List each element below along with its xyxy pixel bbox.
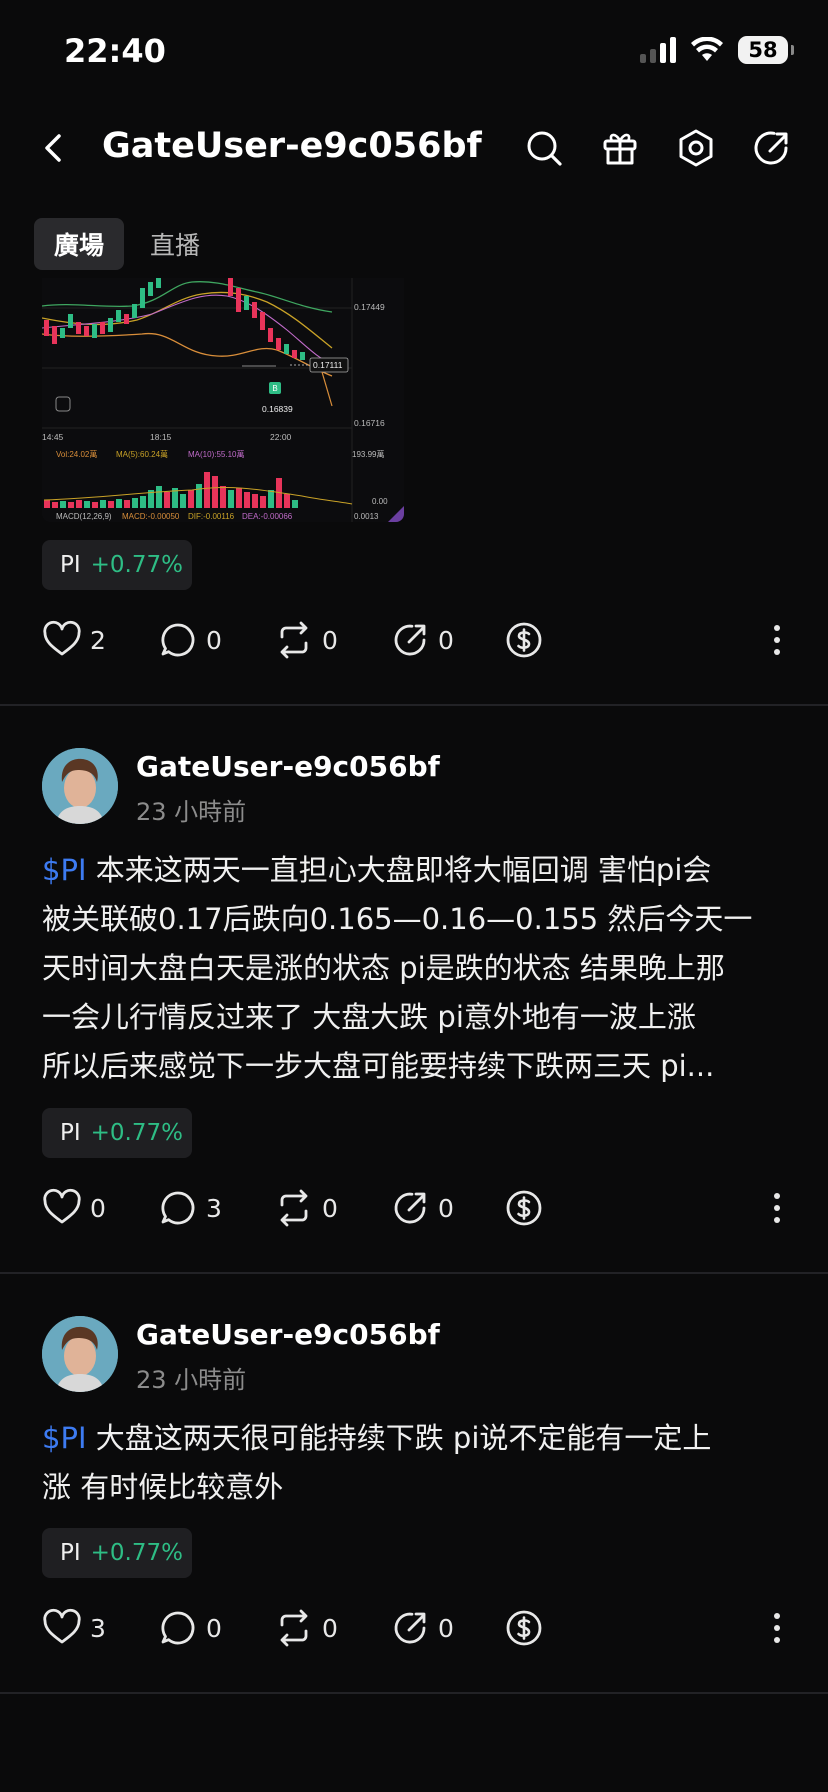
tip-button[interactable] xyxy=(504,618,544,662)
post-body[interactable]: $PI 本来这两天一直担心大盘即将大幅回调 害怕pi会 被关联破0.17后跌向0… xyxy=(42,846,792,1091)
tab-live[interactable]: 直播 xyxy=(130,218,220,270)
author-name[interactable]: GateUser-e9c056bf xyxy=(136,1318,440,1351)
time-label-2: 18:15 xyxy=(150,432,172,442)
post-line-1: $PI 大盘这两天很可能持续下跌 pi说不定能有一定上 xyxy=(42,1421,712,1455)
settings-hexagon-icon[interactable] xyxy=(674,126,718,170)
cellular-signal-icon xyxy=(640,37,676,63)
heart-icon xyxy=(43,620,81,656)
like-button[interactable]: 3 xyxy=(42,1606,106,1650)
more-vertical-icon[interactable] xyxy=(762,1606,792,1650)
svg-text:B: B xyxy=(272,384,277,393)
post-time: 23 小時前 xyxy=(136,798,247,826)
repost-button[interactable]: 0 xyxy=(274,1606,338,1650)
macd-value: MACD:-0.00050 xyxy=(122,512,180,521)
forward-button[interactable]: 0 xyxy=(390,618,454,662)
expand-icon[interactable] xyxy=(55,396,71,412)
price-label-high: 0.17449 xyxy=(354,302,385,312)
comment-button[interactable]: 0 xyxy=(158,1606,222,1650)
gift-icon[interactable] xyxy=(598,126,642,170)
repost-icon xyxy=(280,1609,308,1647)
post-line-3: 天时间大盘白天是涨的状态 pi是跌的状态 结果晚上那 xyxy=(42,951,725,985)
time-label-1: 14:45 xyxy=(42,432,64,442)
comment-icon xyxy=(161,623,195,657)
like-button[interactable]: 0 xyxy=(42,1186,106,1230)
post-line-2: 涨 有时候比较意外 xyxy=(42,1470,284,1504)
tab-plaza[interactable]: 廣場 xyxy=(34,218,125,270)
comment-button[interactable]: 3 xyxy=(158,1186,222,1230)
avatar[interactable] xyxy=(42,1316,118,1392)
status-icons: 58 xyxy=(640,36,794,64)
vol-max-label: 193.99萬 xyxy=(352,449,384,459)
cashtag-link[interactable]: $PI xyxy=(42,853,87,887)
search-icon[interactable] xyxy=(522,126,566,170)
more-vertical-icon[interactable] xyxy=(762,618,792,662)
repost-button[interactable]: 0 xyxy=(274,618,338,662)
post-divider xyxy=(0,704,828,706)
tip-dollar-icon xyxy=(506,1190,542,1226)
share-icon[interactable] xyxy=(750,126,794,170)
price-label-current: 0.17111 xyxy=(313,360,343,370)
forward-icon xyxy=(394,1612,426,1644)
wifi-icon xyxy=(691,37,723,61)
forward-icon xyxy=(394,624,426,656)
time-label-3: 22:00 xyxy=(270,432,292,442)
macd-label: MACD(12,26,9) xyxy=(56,512,112,521)
tip-button[interactable] xyxy=(504,1186,544,1230)
post-line-2: 被关联破0.17后跌向0.165—0.16—0.155 然后今天一 xyxy=(42,902,753,936)
macd-max-label: 0.0013 xyxy=(354,512,379,521)
feed-tabs: 廣場 直播 xyxy=(34,218,220,270)
heart-icon xyxy=(43,1188,81,1224)
comment-icon xyxy=(161,1611,195,1645)
ma10-label: MA(10):55.10萬 xyxy=(188,449,244,459)
repost-button[interactable]: 0 xyxy=(274,1186,338,1230)
price-label-low: 0.16716 xyxy=(354,418,385,428)
post-chart-image[interactable]: B 0.17449 0.17111 0.16716 0.16839 14:45 … xyxy=(42,278,404,522)
repost-icon xyxy=(280,1189,308,1227)
status-bar: 22:40 58 xyxy=(0,0,828,100)
back-button[interactable] xyxy=(34,128,74,168)
status-time: 22:40 xyxy=(64,32,166,70)
post-line-5: 所以后来感觉下一步大盘可能要持续下跌两三天 pi... xyxy=(42,1049,715,1083)
like-button[interactable]: 2 xyxy=(42,618,106,662)
forward-button[interactable]: 0 xyxy=(390,1186,454,1230)
post-line-4: 一会儿行情反过来了 大盘大跌 pi意外地有一波上涨 xyxy=(42,1000,696,1034)
post-actions: 3 0 0 0 xyxy=(42,1606,792,1650)
dif-value: DIF:-0.00116 xyxy=(188,512,235,521)
vol-label: Vol:24.02萬 xyxy=(56,449,97,459)
page-header: GateUser-e9c056bf xyxy=(0,112,828,184)
tip-dollar-icon xyxy=(506,622,542,658)
kline-chart: B 0.17449 0.17111 0.16716 0.16839 14:45 … xyxy=(42,278,404,522)
heart-icon xyxy=(43,1608,81,1644)
marker-price: 0.16839 xyxy=(262,404,293,414)
author-name[interactable]: GateUser-e9c056bf xyxy=(136,750,440,783)
post-time: 23 小時前 xyxy=(136,1366,247,1394)
coin-tag[interactable]: PI +0.77% xyxy=(42,1528,192,1578)
avatar[interactable] xyxy=(42,748,118,824)
coin-tag[interactable]: PI +0.77% xyxy=(42,540,192,590)
ma5-label: MA(5):60.24萬 xyxy=(116,449,168,459)
cashtag-link[interactable]: $PI xyxy=(42,1421,87,1455)
post-divider xyxy=(0,1692,828,1694)
macd-zero-label: 0.00 xyxy=(372,497,388,506)
forward-icon xyxy=(394,1192,426,1224)
repost-icon xyxy=(280,621,308,659)
post-body[interactable]: $PI 大盘这两天很可能持续下跌 pi说不定能有一定上 涨 有时候比较意外 xyxy=(42,1414,792,1512)
post-actions: 2 0 0 0 xyxy=(42,618,792,662)
tip-dollar-icon xyxy=(506,1610,542,1646)
candlesticks xyxy=(44,278,305,360)
post-divider xyxy=(0,1272,828,1274)
battery-icon: 58 xyxy=(738,36,794,64)
page-title: GateUser-e9c056bf xyxy=(102,126,482,166)
more-vertical-icon[interactable] xyxy=(762,1186,792,1230)
dea-value: DEA:-0.00066 xyxy=(242,512,293,521)
post-line-1: $PI 本来这两天一直担心大盘即将大幅回调 害怕pi会 xyxy=(42,853,712,887)
comment-button[interactable]: 0 xyxy=(158,618,222,662)
comment-icon xyxy=(161,1191,195,1225)
post-actions: 0 3 0 0 xyxy=(42,1186,792,1230)
forward-button[interactable]: 0 xyxy=(390,1606,454,1650)
tip-button[interactable] xyxy=(504,1606,544,1650)
coin-tag[interactable]: PI +0.77% xyxy=(42,1108,192,1158)
